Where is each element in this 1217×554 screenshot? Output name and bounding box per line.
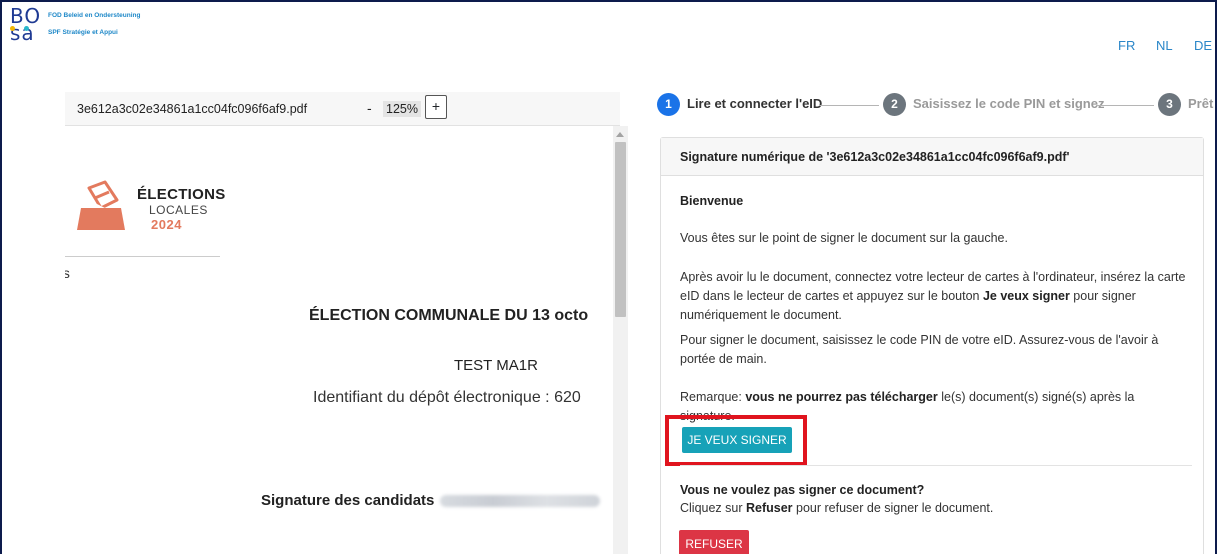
intro-text: Vous êtes sur le point de signer le docu… [680,231,1008,245]
signature-card: Signature numérique de '3e612a3c02e34861… [660,137,1204,554]
pdf-toolbar: 3e612a3c02e34861a1cc04fc096f6af9.pdf - 1… [65,92,620,126]
scroll-up-arrow-icon[interactable] [616,132,624,137]
step-3-number: 3 [1158,93,1181,116]
zoom-out-button[interactable]: - [367,100,372,116]
step-connector [819,105,879,106]
sign-button[interactable]: JE VEUX SIGNER [682,427,792,453]
refuse-heading: Vous ne voulez pas signer ce document? [680,483,925,497]
lang-de-link[interactable]: DE [1194,38,1212,53]
step-3-label: Prêt [1188,96,1214,111]
instructions-text: Après avoir lu le document, connectez vo… [680,270,1186,322]
logo-dot-yellow [10,26,15,31]
blurred-text [440,495,601,507]
pin-text: Pour signer le document, saisissez le co… [680,333,1159,366]
doc-logo-line3: 2024 [151,217,182,232]
doc-logo-line1: ÉLECTIONS [137,186,226,203]
zoom-level: 125% [383,101,421,117]
refuse-button[interactable]: REFUSER [679,530,749,554]
doc-test-label: TEST MA1R [454,357,538,374]
org-name-nl: FOD Beleid en Ondersteuning [48,12,141,19]
doc-signature-heading: Signature des candidats [261,492,601,509]
card-divider [680,465,1192,466]
step-2-number: 2 [883,93,906,116]
card-title: Signature numérique de '3e612a3c02e34861… [680,150,1070,164]
pdf-page[interactable]: ÉLECTIONS LOCALES 2024 ıs ÉLECTION COMMU… [65,126,613,554]
elections-logo: ÉLECTIONS LOCALES 2024 [75,178,225,238]
lang-nl-link[interactable]: NL [1156,38,1173,53]
step-2-label: Saisissez le code PIN et signez [913,96,1105,111]
refuse-text: Cliquez sur Refuser pour refuser de sign… [680,501,994,515]
org-name-fr: SPF Stratégie et Appui [48,29,118,36]
doc-logo-line2: LOCALES [149,203,208,217]
doc-rule [65,256,220,257]
logo-mark: BO sa [10,4,42,45]
ballot-box-icon [77,180,125,230]
welcome-heading: Bienvenue [680,194,744,208]
sign-button-highlight: JE VEUX SIGNER [665,415,807,466]
pdf-filename: 3e612a3c02e34861a1cc04fc096f6af9.pdf [77,102,308,116]
logo-dot-cyan [24,26,29,31]
bosa-logo: BO sa FOD Beleid en Ondersteuning SPF St… [10,4,190,58]
step-1-label: Lire et connecter l'eID [687,96,823,111]
doc-fragment: ıs [65,265,70,281]
doc-identifier: Identifiant du dépôt électronique : 620 [313,389,581,406]
step-connector [1096,105,1154,106]
pdf-scrollbar[interactable] [613,126,628,554]
card-header: Signature numérique de '3e612a3c02e34861… [661,138,1203,176]
doc-title: ÉLECTION COMMUNALE DU 13 octo [309,307,589,324]
lang-fr-link[interactable]: FR [1118,38,1135,53]
zoom-in-button[interactable]: + [425,95,447,119]
step-1-number: 1 [657,93,680,116]
app-frame: BO sa FOD Beleid en Ondersteuning SPF St… [0,0,1217,554]
scroll-thumb[interactable] [615,142,626,317]
